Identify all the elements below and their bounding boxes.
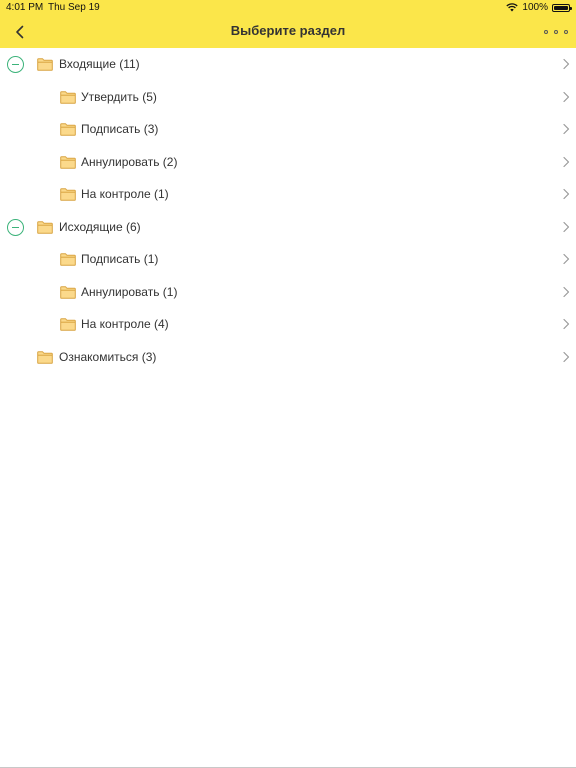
status-date: Thu Sep 19: [48, 2, 100, 13]
tree-row[interactable]: Подписать (3): [0, 113, 576, 146]
status-bar: 4:01 PM Thu Sep 19 100%: [0, 0, 576, 16]
tree-row[interactable]: На контроле (1): [0, 178, 576, 211]
more-button[interactable]: [544, 24, 568, 40]
nav-bar: Выберите раздел: [0, 16, 576, 48]
chevron-right-icon: [563, 318, 570, 330]
tree-row[interactable]: На контроле (4): [0, 308, 576, 341]
tree-row-label: Аннулировать (2): [81, 154, 178, 169]
status-time: 4:01 PM: [6, 2, 44, 13]
folder-icon: [60, 253, 76, 266]
collapse-icon[interactable]: [7, 218, 24, 236]
tree-row[interactable]: Исходящие (6): [0, 211, 576, 244]
chevron-right-icon: [563, 286, 570, 297]
more-dot-icon: [554, 30, 558, 34]
status-right: 100%: [506, 2, 572, 13]
folder-icon: [60, 188, 76, 201]
tree-row-label: Подписать (3): [81, 122, 159, 136]
tree-row-label: На контроле (4): [81, 317, 169, 331]
chevron-right-icon: [563, 91, 570, 102]
chevron-right-icon: [563, 221, 570, 232]
tree-row[interactable]: Подписать (1): [0, 243, 576, 276]
chevron-right-icon: [563, 58, 570, 70]
top-bar: 4:01 PM Thu Sep 19 100% Выберите раздел: [0, 0, 576, 48]
tree-row-label: Подписать (1): [81, 252, 159, 266]
tree-row[interactable]: Аннулировать (1): [0, 276, 576, 309]
folder-icon: [37, 220, 53, 234]
tree-row-label: На контроле (1): [81, 187, 169, 201]
battery-fill: [554, 5, 568, 10]
battery-icon: [552, 3, 572, 12]
tree-row-label: Утвердить (5): [81, 89, 157, 104]
chevron-right-icon: [563, 351, 570, 362]
wifi-icon: [506, 3, 519, 12]
folder-icon: [37, 350, 53, 364]
folder-icon: [60, 123, 76, 136]
tree-row[interactable]: Аннулировать (2): [0, 146, 576, 179]
chevron-right-icon: [563, 188, 570, 200]
screen: 4:01 PM Thu Sep 19 100% Выберите раздел …: [0, 0, 576, 768]
tree-row[interactable]: Утвердить (5): [0, 81, 576, 114]
section-tree: Входящие (11) Утвердить (5) Подписать (3) А…: [0, 48, 576, 373]
tree-row-label: Исходящие (6): [59, 219, 141, 234]
tree-row-label: Ознакомиться (3): [59, 349, 157, 364]
tree-row[interactable]: Входящие (11): [0, 48, 576, 81]
more-dot-icon: [544, 30, 548, 34]
tree-row-label: Входящие (11): [59, 57, 140, 71]
collapse-icon[interactable]: [7, 56, 24, 73]
folder-icon: [60, 155, 76, 169]
chevron-right-icon: [563, 123, 570, 135]
folder-icon: [60, 318, 76, 331]
page-title: Выберите раздел: [230, 23, 346, 38]
more-dot-icon: [564, 30, 568, 34]
chevron-right-icon: [563, 253, 570, 265]
folder-icon: [60, 285, 76, 299]
folder-icon: [60, 90, 76, 104]
battery-percent: 100%: [522, 2, 548, 13]
tree-row[interactable]: Ознакомиться (3): [0, 341, 576, 374]
tree-row-label: Аннулировать (1): [81, 284, 178, 299]
chevron-right-icon: [563, 156, 570, 167]
folder-icon: [37, 58, 53, 71]
